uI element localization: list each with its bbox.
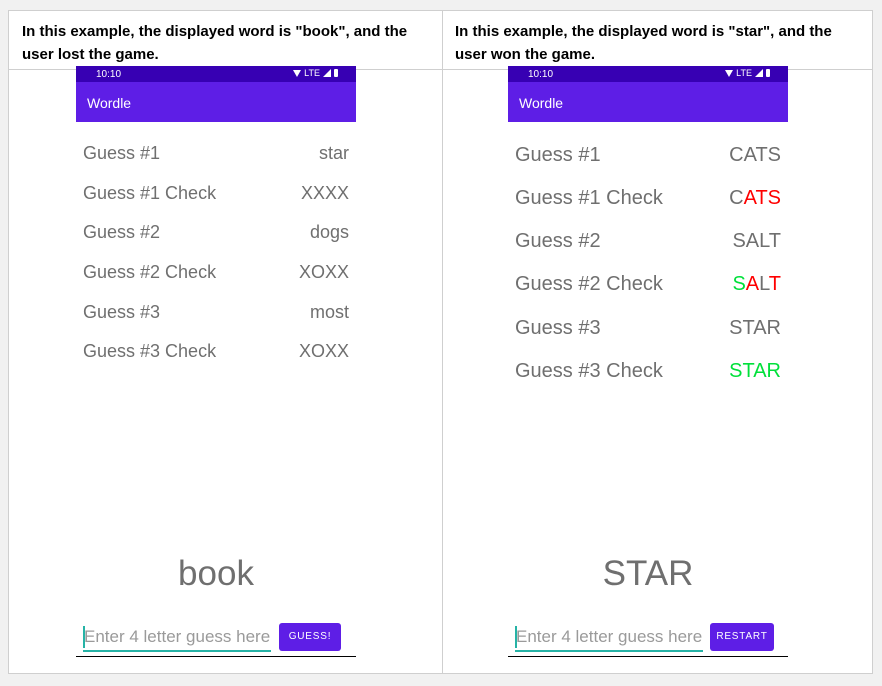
signal-icon xyxy=(323,69,331,77)
guess-check-label: Guess #3 Check xyxy=(83,341,217,361)
guess-value: star xyxy=(318,143,349,163)
guess-label: Guess #1 xyxy=(83,143,161,163)
status-time: 10:10 xyxy=(96,69,122,80)
guess-check-label: Guess #2 Check xyxy=(515,273,663,295)
check-letter: A xyxy=(745,273,760,295)
guess-input-placeholder: Enter 4 letter guess here xyxy=(84,627,271,646)
app-bar: Wordle xyxy=(508,82,788,122)
check-letter: S xyxy=(767,187,781,209)
battery-icon xyxy=(766,69,770,77)
check-letter: L xyxy=(759,273,769,295)
app-title: Wordle xyxy=(87,95,132,111)
check-letter: C xyxy=(729,187,744,209)
guess-value: dogs xyxy=(309,222,349,242)
guess-check-label: Guess #2 Check xyxy=(83,262,217,282)
guess-label: Guess #2 xyxy=(83,222,161,242)
guess-check-label: Guess #1 Check xyxy=(515,187,663,209)
guess-check-label: Guess #3 Check xyxy=(515,360,663,382)
check-letter: T xyxy=(755,187,768,209)
guess-label: Guess #1 xyxy=(515,144,601,166)
status-icons: LTE xyxy=(293,68,338,78)
guess-input-placeholder: Enter 4 letter guess here xyxy=(516,627,703,646)
guess-check-value: XOXX xyxy=(298,262,349,282)
signal-icon xyxy=(755,69,763,77)
guess-label: Guess #3 xyxy=(83,302,161,322)
guess-value: most xyxy=(309,302,349,322)
network-label: LTE xyxy=(736,68,752,78)
status-bar: 10:10 LTE xyxy=(76,66,356,82)
caption-left: In this example, the displayed word is "… xyxy=(22,23,408,63)
guess-check-value: XXXX xyxy=(300,183,349,203)
navigation-bar xyxy=(76,656,356,657)
guess-check-value: STAR xyxy=(729,360,781,382)
battery-icon xyxy=(334,69,338,77)
guess-button[interactable]: GUESS! xyxy=(279,623,341,651)
status-bar: 10:10 LTE xyxy=(508,66,788,82)
app-bar: Wordle xyxy=(76,82,356,122)
guess-input[interactable]: Enter 4 letter guess here xyxy=(83,624,271,652)
guess-check-label: Guess #1 Check xyxy=(83,183,217,203)
guess-label: Guess #3 xyxy=(515,317,601,339)
guess-label: Guess #2 xyxy=(515,230,601,252)
guess-check-value: CATS xyxy=(729,187,781,210)
guess-value: STAR xyxy=(729,317,781,339)
status-icons: LTE xyxy=(725,68,770,78)
guess-check-value: XOXX xyxy=(298,341,349,361)
check-letter: A xyxy=(743,187,756,209)
guess-value: SALT xyxy=(732,230,781,252)
network-label: LTE xyxy=(304,68,320,78)
wifi-icon xyxy=(725,69,734,77)
guess-check-value: SALT xyxy=(732,273,781,296)
answer-word: STAR xyxy=(602,554,694,593)
guess-value: CATS xyxy=(729,144,781,166)
check-letter: S xyxy=(732,273,746,295)
caption-right: In this example, the displayed word is "… xyxy=(455,23,832,63)
status-time: 10:10 xyxy=(528,69,554,80)
column-divider xyxy=(442,11,443,673)
wifi-icon xyxy=(293,69,302,77)
app-title: Wordle xyxy=(519,95,564,111)
guess-input[interactable]: Enter 4 letter guess here xyxy=(515,624,703,652)
restart-button[interactable]: RESTART xyxy=(710,623,774,651)
check-letter: T xyxy=(768,273,781,295)
phone-screen-lost: 10:10 LTE Wordle Guess #1 star Guess #1 … xyxy=(76,66,356,657)
answer-word: book xyxy=(178,554,254,593)
phone-screen-won: 10:10 LTE Wordle Guess #1 CATS Guess #1 … xyxy=(508,66,788,657)
navigation-bar xyxy=(508,656,788,657)
